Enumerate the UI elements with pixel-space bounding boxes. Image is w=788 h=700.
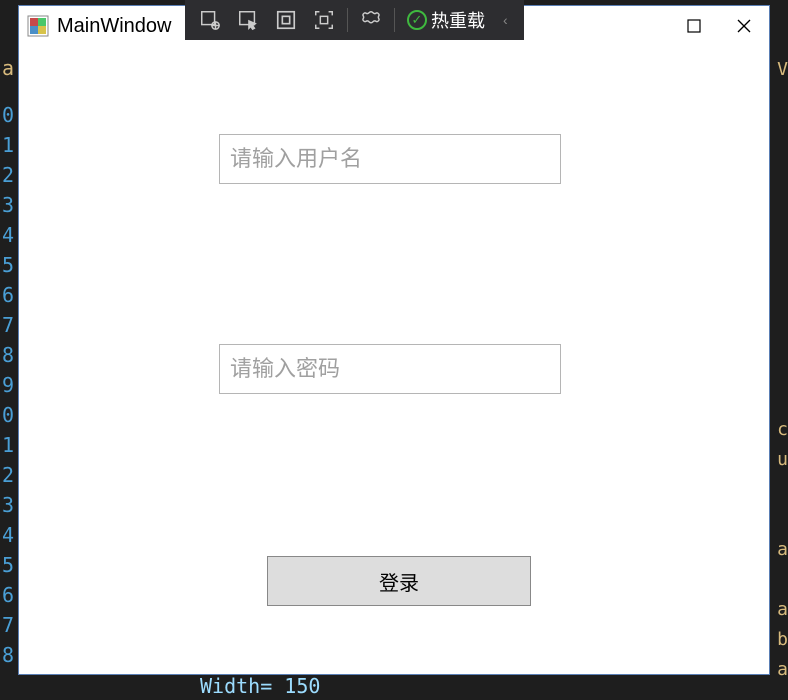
ide-char <box>777 145 788 175</box>
chevron-left-icon[interactable]: ‹ <box>493 12 518 28</box>
line-number: 0 <box>0 400 14 430</box>
ide-char: a <box>777 595 788 625</box>
ide-char <box>777 265 788 295</box>
line-number: 8 <box>0 640 14 670</box>
select-element-icon[interactable] <box>229 2 267 38</box>
line-number: 3 <box>0 490 14 520</box>
ide-char <box>777 85 788 115</box>
app-icon <box>27 15 49 37</box>
window-body: 登录 <box>19 46 769 674</box>
layout-adorners-icon[interactable] <box>267 2 305 38</box>
ide-char: a <box>777 535 788 565</box>
ide-char <box>777 385 788 415</box>
ide-char <box>777 295 788 325</box>
ide-char <box>777 115 788 145</box>
toolbar-divider <box>394 8 395 32</box>
ide-char <box>777 565 788 595</box>
ide-char <box>777 175 788 205</box>
debug-toolbar[interactable]: ✓ 热重载 ‹ <box>185 0 524 40</box>
maximize-button[interactable] <box>669 6 719 46</box>
window-controls <box>619 6 769 46</box>
main-window: MainWindow 登录 <box>18 5 770 675</box>
settings-icon[interactable] <box>352 2 390 38</box>
hot-reload-button[interactable]: ✓ 热重载 <box>399 7 493 33</box>
line-number: 2 <box>0 460 14 490</box>
window-title: MainWindow <box>57 15 171 38</box>
ide-char <box>777 355 788 385</box>
line-number-gutter: 0123456789012345678 <box>0 100 14 670</box>
hot-reload-label: 热重载 <box>431 7 485 33</box>
line-number: 8 <box>0 340 14 370</box>
ide-char: a <box>2 56 14 80</box>
line-number: 4 <box>0 520 14 550</box>
ide-char <box>777 235 788 265</box>
ide-right-chars: V cu a aba <box>777 55 788 685</box>
ide-char: a <box>777 655 788 685</box>
username-input[interactable] <box>219 134 561 184</box>
ide-char: V <box>777 55 788 85</box>
ide-char <box>777 325 788 355</box>
line-number: 1 <box>0 130 14 160</box>
line-number: 5 <box>0 550 14 580</box>
toolbar-divider <box>347 8 348 32</box>
line-number: 7 <box>0 310 14 340</box>
line-number: 2 <box>0 160 14 190</box>
line-number: 0 <box>0 100 14 130</box>
track-focus-icon[interactable] <box>305 2 343 38</box>
ide-bottom-text: Width= 150 <box>200 674 320 698</box>
line-number: 7 <box>0 610 14 640</box>
ide-char <box>777 505 788 535</box>
ide-char: c <box>777 415 788 445</box>
close-button[interactable] <box>719 6 769 46</box>
ide-char <box>777 205 788 235</box>
line-number: 1 <box>0 430 14 460</box>
login-button[interactable]: 登录 <box>267 556 531 606</box>
line-number: 6 <box>0 280 14 310</box>
ide-char <box>777 475 788 505</box>
line-number: 4 <box>0 220 14 250</box>
line-number: 6 <box>0 580 14 610</box>
line-number: 3 <box>0 190 14 220</box>
password-input[interactable] <box>219 344 561 394</box>
check-icon: ✓ <box>407 10 427 30</box>
ide-char: u <box>777 445 788 475</box>
ide-char: b <box>777 625 788 655</box>
line-number: 9 <box>0 370 14 400</box>
inspect-target-icon[interactable] <box>191 2 229 38</box>
line-number: 5 <box>0 250 14 280</box>
